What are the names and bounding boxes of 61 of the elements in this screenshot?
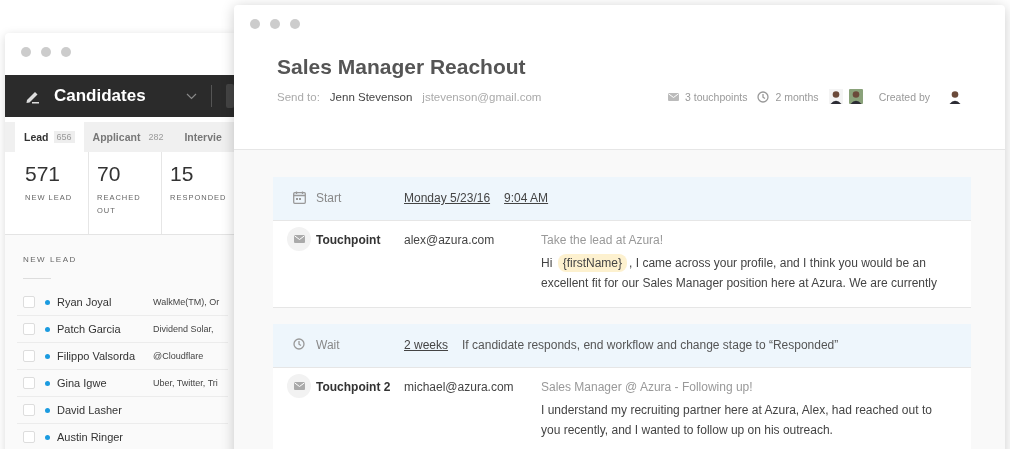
stage-tab[interactable]: Intervie xyxy=(175,122,222,152)
duration-link[interactable]: 2 weeks xyxy=(404,338,449,352)
clock-icon xyxy=(293,338,305,350)
status-dot xyxy=(45,299,50,305)
stat-value: 15 xyxy=(170,162,195,186)
status-dot xyxy=(45,353,50,359)
avatar-icon xyxy=(848,89,863,104)
email-subject: Sales Manager @ Azura - Following up! xyxy=(541,380,754,394)
wait-condition: If candidate responds, end workflow and change stage to “Responded” xyxy=(462,338,839,352)
stage-tab[interactable]: Lead 656 xyxy=(15,122,84,152)
recipient-email: jstevenson@gmail.com xyxy=(422,90,542,103)
candidate-name[interactable]: Filippo Valsorda xyxy=(57,350,153,362)
candidate-name[interactable]: David Lasher xyxy=(57,404,153,416)
list-title: Candidates xyxy=(54,86,147,106)
stat-value: 70 xyxy=(97,162,122,186)
step-label: Start xyxy=(315,191,343,205)
send-to-label: Send to: xyxy=(277,90,320,103)
checkbox[interactable] xyxy=(23,377,35,389)
recipient-name: Jenn Stevenson xyxy=(329,90,413,103)
envelope-icon xyxy=(293,382,305,390)
candidate-name[interactable]: Patch Garcia xyxy=(57,323,153,335)
candidate-company: Uber, Twitter, Tri xyxy=(153,378,218,388)
status-dot xyxy=(45,326,50,332)
status-dot xyxy=(45,434,50,440)
avatar-icon xyxy=(828,89,843,104)
stat-value: 571 xyxy=(25,162,62,186)
touchpoint-count: 3 touchpoints xyxy=(684,90,748,103)
candidate-company: @Cloudflare xyxy=(153,351,204,361)
status-dot xyxy=(45,380,50,386)
avatar-icon xyxy=(948,89,962,104)
envelope-icon xyxy=(667,92,679,101)
candidate-name[interactable]: Ryan Joyal xyxy=(57,296,153,308)
checkbox[interactable] xyxy=(23,323,35,335)
checkbox[interactable] xyxy=(23,404,35,416)
candidate-name[interactable]: Austin Ringer xyxy=(57,431,153,443)
email-subject: Take the lead at Azura! xyxy=(541,233,665,247)
candidate-company: WalkMe(TM), Or xyxy=(153,297,220,307)
section-title: NEW LEAD xyxy=(23,255,77,264)
sender-email: alex@azura.com xyxy=(404,233,496,247)
chevron-down-icon[interactable] xyxy=(186,92,197,100)
step-label: Wait xyxy=(315,338,341,352)
status-dot xyxy=(45,407,50,413)
checkbox[interactable] xyxy=(23,350,35,362)
candidate-company: Dividend Solar, xyxy=(153,324,214,334)
step-label: Touchpoint xyxy=(315,233,382,247)
checkbox[interactable] xyxy=(23,431,35,443)
checkbox[interactable] xyxy=(23,296,35,308)
stage-tab[interactable]: Applicant 282 xyxy=(83,122,176,152)
clock-icon xyxy=(757,90,770,103)
email-body: Hi {firstName} , I came across your profile, and I think you would be an excellent fit for our Sales Manager position here at Azura. We are currently xyxy=(541,253,938,292)
sequence-duration: 2 months xyxy=(775,90,819,103)
date-link[interactable]: Monday 5/23/16 xyxy=(404,191,491,205)
sender-email: michael@azura.com xyxy=(404,380,515,394)
time-link[interactable]: 9:04 AM xyxy=(504,191,549,205)
created-by-label: Created by xyxy=(878,90,930,103)
calendar-icon xyxy=(292,191,306,204)
step-label: Touchpoint 2 xyxy=(315,380,392,394)
candidate-name[interactable]: Gina Igwe xyxy=(57,377,153,389)
envelope-icon xyxy=(293,235,305,243)
email-body: I understand my recruiting partner here at Azura, Alex, had reached out to you recently, and I wanted to follow up on his outreach. xyxy=(541,402,933,439)
sequence-title: Sales Manager Reachout xyxy=(277,55,527,79)
